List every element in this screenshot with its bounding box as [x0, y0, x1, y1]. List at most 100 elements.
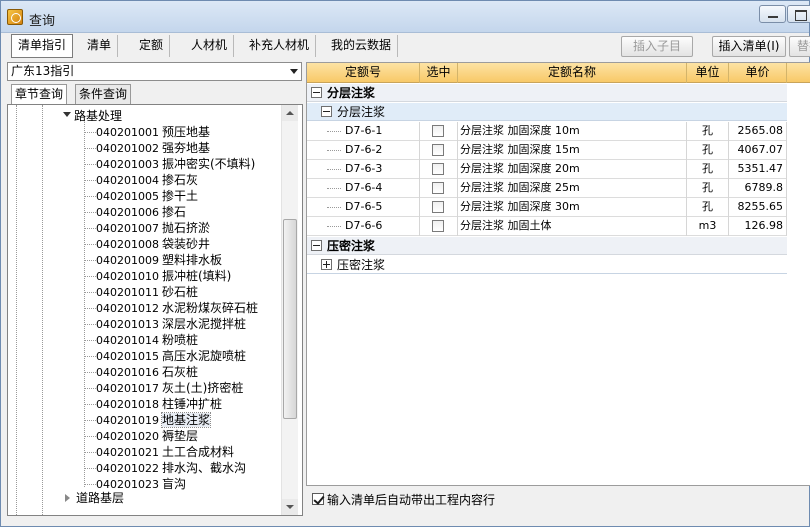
- table-row[interactable]: D7-6-2 分层注浆 加固深度 15m 孔 4067.07: [307, 141, 787, 160]
- tree-leaf-item[interactable]: 040201014 粉喷桩: [96, 332, 198, 348]
- tree-leaf-item[interactable]: 040201002 强夯地基: [96, 140, 210, 156]
- row-select-checkbox[interactable]: [432, 220, 444, 232]
- tab-list-guide[interactable]: 清单指引: [11, 34, 74, 58]
- collapse-minus-icon[interactable]: [311, 87, 322, 98]
- tree-leaf-item[interactable]: 040201011 砂石桩: [96, 284, 198, 300]
- subtab-chapter-query[interactable]: 章节查询: [11, 84, 68, 105]
- insert-child-button[interactable]: 插入子目: [621, 36, 693, 57]
- tree-leaf-item[interactable]: 040201015 高压水泥旋喷桩: [96, 348, 246, 364]
- table-row[interactable]: D7-6-5 分层注浆 加固深度 30m 孔 8255.65: [307, 198, 787, 217]
- collapse-minus-icon[interactable]: [311, 240, 322, 251]
- scroll-down-icon[interactable]: [282, 499, 298, 515]
- subgroup-row[interactable]: 压密注浆: [307, 256, 787, 274]
- tree-item-code: 040201022: [96, 462, 159, 475]
- cell-unit: 孔: [687, 198, 729, 217]
- group-row[interactable]: 压密注浆: [307, 237, 787, 255]
- tree-item-name: 石灰桩: [162, 365, 199, 379]
- replace-button[interactable]: 替换: [789, 36, 810, 57]
- tree-leaf-item[interactable]: 040201017 灰土(土)挤密桩: [96, 380, 243, 396]
- title-bar[interactable]: 查询: [1, 1, 810, 33]
- tree-item-name: 柱锤冲扩桩: [162, 397, 223, 411]
- tree-leaf-item[interactable]: 040201013 深层水泥搅拌桩: [96, 316, 246, 332]
- maximize-button[interactable]: [787, 5, 810, 23]
- cell-quota-code: D7-6-5: [307, 198, 420, 217]
- tree-scrollbar[interactable]: [281, 105, 298, 515]
- guide-select[interactable]: 广东13指引: [7, 62, 302, 81]
- tree-item-code: 040201001: [96, 126, 159, 139]
- auto-bring-label: 输入清单后自动带出工程内容行: [327, 493, 496, 507]
- tree-leaf-item[interactable]: 040201016 石灰桩: [96, 364, 198, 380]
- tab-quota[interactable]: 定额: [133, 35, 171, 57]
- cell-unit: m3: [687, 217, 729, 236]
- table-row[interactable]: D7-6-3 分层注浆 加固深度 20m 孔 5351.47: [307, 160, 787, 179]
- expand-arrow-icon[interactable]: [63, 112, 71, 117]
- scroll-up-icon[interactable]: [282, 105, 298, 121]
- row-select-checkbox[interactable]: [432, 125, 444, 137]
- tab-supplement-materials[interactable]: 补充人材机: [243, 35, 317, 57]
- insert-list-button[interactable]: 插入清单(I): [712, 36, 786, 57]
- tree-leaf-item[interactable]: 040201021 土工合成材料: [96, 444, 234, 460]
- tree-item-name: 土工合成材料: [162, 445, 235, 459]
- tree-leaf-item[interactable]: 040201005 掺干土: [96, 188, 198, 204]
- tree-item-name: 深层水泥搅拌桩: [162, 317, 247, 331]
- tree-item-name: 褥垫层: [162, 429, 199, 443]
- tree-item-code: 040201017: [96, 382, 159, 395]
- auto-bring-checkbox[interactable]: [312, 493, 324, 505]
- tree-leaf-item[interactable]: 040201009 塑料排水板: [96, 252, 222, 268]
- tree-item-code: 040201012: [96, 302, 159, 315]
- tree-item-code: 040201016: [96, 366, 159, 379]
- scroll-thumb[interactable]: [283, 219, 297, 419]
- col-quota-name[interactable]: 定额名称: [458, 63, 687, 83]
- tree-leaf-item[interactable]: 040201022 排水沟、截水沟: [96, 460, 246, 476]
- minimize-button[interactable]: [759, 5, 786, 23]
- col-unit[interactable]: 单位: [687, 63, 729, 83]
- table-row[interactable]: D7-6-1 分层注浆 加固深度 10m 孔 2565.08: [307, 122, 787, 141]
- col-price[interactable]: 单价: [729, 63, 787, 83]
- group-row[interactable]: 分层注浆: [307, 84, 787, 102]
- tree-leaf-item[interactable]: 040201007 抛石挤淤: [96, 220, 210, 236]
- row-select-checkbox[interactable]: [432, 182, 444, 194]
- subgroup-row[interactable]: 分层注浆: [307, 103, 787, 121]
- tab-bar: 清单指引 清单 定额 人材机 补充人材机 我的云数据 插入子目 插入清单(I) …: [5, 34, 810, 60]
- tree-item-code: 040201007: [96, 222, 159, 235]
- col-quota-code[interactable]: 定额号: [307, 63, 420, 83]
- collapse-arrow-icon[interactable]: [65, 494, 70, 502]
- left-panel: 广东13指引 章节查询 条件查询 路基处理 040201001 预压地基 04020…: [7, 62, 303, 516]
- tree-item-code: 040201018: [96, 398, 159, 411]
- row-select-checkbox[interactable]: [432, 201, 444, 213]
- tree-leaf-item[interactable]: 040201012 水泥粉煤灰碎石桩: [96, 300, 258, 316]
- window-title: 查询: [29, 14, 56, 29]
- tree-node-road-base[interactable]: 道路基层: [76, 490, 124, 506]
- tree-leaf-item[interactable]: 040201008 袋装砂井: [96, 236, 210, 252]
- chevron-down-icon[interactable]: [290, 69, 298, 74]
- tree-leaf-item[interactable]: 040201006 掺石: [96, 204, 186, 220]
- tab-cloud-data[interactable]: 我的云数据: [325, 35, 399, 57]
- tree-leaf-item[interactable]: 040201003 振冲密实(不填料): [96, 156, 255, 172]
- cell-selected: [420, 217, 458, 236]
- col-selected[interactable]: 选中: [420, 63, 458, 83]
- tree-leaf-item[interactable]: 040201010 振冲桩(填料): [96, 268, 231, 284]
- row-select-checkbox[interactable]: [432, 144, 444, 156]
- tree-leaf-item[interactable]: 040201001 预压地基: [96, 124, 210, 140]
- quota-grid: 定额号 选中 定额名称 单位 单价 分层注浆 分层注浆 D7-6-1 分层注浆 加…: [306, 62, 810, 486]
- cell-quota-code: D7-6-1: [307, 122, 420, 141]
- tree-item-code: 040201004: [96, 174, 159, 187]
- cell-selected: [420, 160, 458, 179]
- cell-price: 4067.07: [729, 141, 787, 160]
- cell-selected: [420, 122, 458, 141]
- tab-materials[interactable]: 人材机: [185, 35, 235, 57]
- tree-node-roadbed-treatment[interactable]: 路基处理: [74, 108, 122, 124]
- table-row[interactable]: D7-6-4 分层注浆 加固深度 25m 孔 6789.8: [307, 179, 787, 198]
- table-row[interactable]: D7-6-6 分层注浆 加固土体 m3 126.98: [307, 217, 787, 236]
- tree-leaf-item[interactable]: 040201018 柱锤冲扩桩: [96, 396, 222, 412]
- tree-leaf-item[interactable]: 040201019 地基注浆: [96, 412, 212, 428]
- tree-leaf-item[interactable]: 040201004 掺石灰: [96, 172, 198, 188]
- tree-leaf-item[interactable]: 040201020 褥垫层: [96, 428, 198, 444]
- subtab-condition-query[interactable]: 条件查询: [75, 84, 132, 104]
- tree-item-code: 040201021: [96, 446, 159, 459]
- tab-list[interactable]: 清单: [81, 35, 119, 57]
- row-select-checkbox[interactable]: [432, 163, 444, 175]
- tree-item-name: 粉喷桩: [162, 333, 199, 347]
- expand-plus-icon[interactable]: [321, 259, 332, 270]
- collapse-minus-icon[interactable]: [321, 106, 332, 117]
